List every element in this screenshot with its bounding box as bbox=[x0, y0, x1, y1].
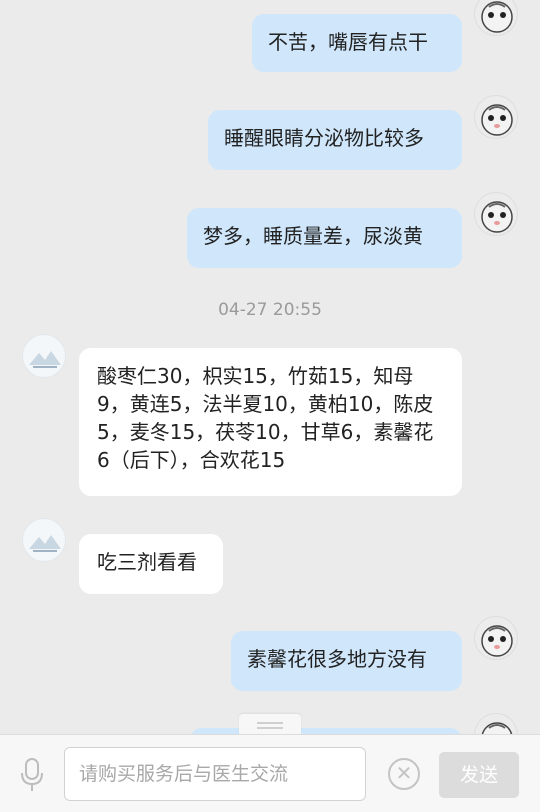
message-timestamp: 04-27 20:55 bbox=[218, 300, 322, 320]
message-text: 酸枣仁30，枳实15，竹茹15，知母9，黄连5，法半夏10，黄柏10，陈皮5，麦… bbox=[97, 364, 434, 472]
outgoing-message: 梦多，睡质量差，尿淡黄 bbox=[187, 208, 462, 268]
doctor-avatar[interactable] bbox=[22, 334, 66, 378]
message-input[interactable]: 请购买服务后与医生交流 bbox=[64, 747, 366, 801]
user-avatar[interactable] bbox=[474, 616, 518, 660]
message-text: 睡醒眼睛分泌物比较多 bbox=[224, 126, 424, 150]
incoming-message: 酸枣仁30，枳实15，竹茹15，知母9，黄连5，法半夏10，黄柏10，陈皮5，麦… bbox=[79, 348, 462, 496]
message-text: 吃三剂看看 bbox=[97, 550, 197, 574]
user-avatar[interactable] bbox=[474, 713, 518, 734]
doctor-avatar[interactable] bbox=[22, 518, 66, 562]
message-text: 梦多，睡质量差，尿淡黄 bbox=[203, 224, 423, 248]
outgoing-message: 不苦，嘴唇有点干 bbox=[252, 14, 462, 72]
message-text: 素馨花很多地方没有 bbox=[247, 647, 427, 671]
input-placeholder: 请购买服务后与医生交流 bbox=[79, 763, 289, 785]
user-avatar[interactable] bbox=[474, 95, 518, 139]
input-bar: 请购买服务后与医生交流 ✕ 发送 bbox=[0, 734, 540, 812]
message-text: 不苦，嘴唇有点干 bbox=[268, 30, 428, 54]
clear-icon[interactable]: ✕ bbox=[388, 758, 420, 790]
outgoing-message: 睡醒眼睛分泌物比较多 bbox=[208, 110, 462, 170]
microphone-icon[interactable] bbox=[20, 757, 44, 793]
user-avatar[interactable] bbox=[474, 0, 518, 36]
outgoing-message: 素馨花很多地方没有 bbox=[231, 631, 462, 691]
user-avatar[interactable] bbox=[474, 192, 518, 236]
send-button[interactable]: 发送 bbox=[439, 752, 519, 798]
chat-area[interactable]: 不苦，嘴唇有点干 睡醒眼睛分泌物比较多 梦多，睡质量差，尿淡黄 04-27 20… bbox=[0, 0, 540, 734]
incoming-message: 吃三剂看看 bbox=[79, 534, 223, 594]
